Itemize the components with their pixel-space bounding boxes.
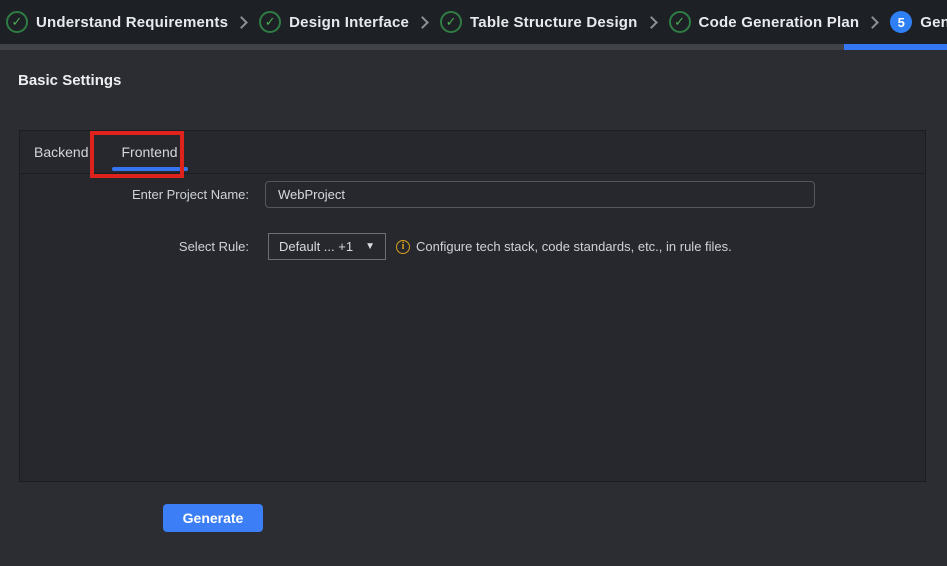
select-rule-label: Select Rule: bbox=[20, 239, 249, 254]
check-icon: ✓ bbox=[669, 11, 691, 33]
rule-selected-value: Default ... +1 bbox=[279, 239, 353, 254]
rule-hint: i Configure tech stack, code standards, … bbox=[396, 239, 732, 254]
chevron-down-icon: ▼ bbox=[365, 241, 375, 252]
step-code-generation-plan[interactable]: ✓ Code Generation Plan bbox=[669, 11, 860, 33]
stepper-bar: ✓ Understand Requirements ✓ Design Inter… bbox=[0, 0, 947, 44]
basic-settings-panel: Backend Frontend Enter Project Name: Sel… bbox=[19, 130, 926, 482]
step-design-interface[interactable]: ✓ Design Interface bbox=[259, 11, 409, 33]
settings-form: Enter Project Name: Select Rule: Default… bbox=[20, 174, 925, 260]
active-step-indicator bbox=[844, 44, 947, 50]
check-icon: ✓ bbox=[259, 11, 281, 33]
tab-backend-label: Backend bbox=[34, 144, 88, 160]
chevron-right-icon bbox=[416, 16, 429, 29]
chevron-right-icon bbox=[866, 16, 879, 29]
step-table-structure-design[interactable]: ✓ Table Structure Design bbox=[440, 11, 638, 33]
tab-bar: Backend Frontend bbox=[20, 131, 925, 174]
tab-backend[interactable]: Backend bbox=[20, 131, 102, 173]
step-label: Code Generation Plan bbox=[699, 14, 860, 31]
step-label: Design Interface bbox=[289, 14, 409, 31]
check-icon: ✓ bbox=[440, 11, 462, 33]
info-icon: i bbox=[396, 240, 410, 254]
rule-select-dropdown[interactable]: Default ... +1 ▼ bbox=[268, 233, 386, 260]
step-generate-active[interactable]: 5 Generate S bbox=[890, 11, 947, 33]
project-name-row: Enter Project Name: bbox=[20, 181, 925, 208]
chevron-right-icon bbox=[645, 16, 658, 29]
chevron-right-icon bbox=[235, 16, 248, 29]
active-tab-indicator bbox=[112, 167, 188, 171]
step-label: Understand Requirements bbox=[36, 14, 228, 31]
select-rule-row: Select Rule: Default ... +1 ▼ i Configur… bbox=[20, 233, 925, 260]
generate-button[interactable]: Generate bbox=[163, 504, 263, 532]
tab-frontend-label: Frontend bbox=[121, 144, 177, 160]
rule-hint-text: Configure tech stack, code standards, et… bbox=[416, 239, 732, 254]
step-label: Table Structure Design bbox=[470, 14, 638, 31]
page-title: Basic Settings bbox=[18, 72, 947, 89]
project-name-input[interactable] bbox=[265, 181, 815, 208]
stepper-divider bbox=[0, 44, 947, 50]
step-label: Generate S bbox=[920, 14, 947, 31]
project-name-label: Enter Project Name: bbox=[20, 187, 249, 202]
check-icon: ✓ bbox=[6, 11, 28, 33]
tab-frontend[interactable]: Frontend bbox=[102, 131, 196, 173]
step-understand-requirements[interactable]: ✓ Understand Requirements bbox=[6, 11, 228, 33]
step-number-badge: 5 bbox=[890, 11, 912, 33]
